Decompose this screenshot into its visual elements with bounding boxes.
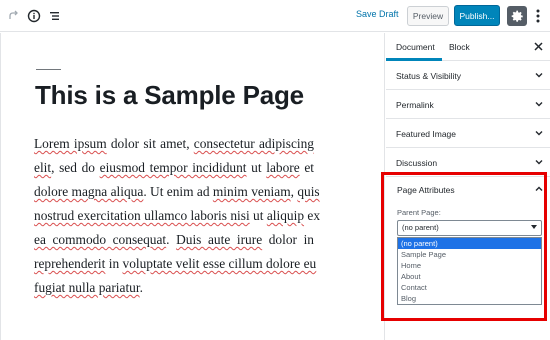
text-run: dolor sit amet, — [106, 136, 194, 151]
panel-label: Status & Visibility — [396, 71, 462, 81]
panel-page-attributes[interactable]: Page Attributes — [397, 185, 455, 195]
parent-page-dropdown: (no parent) Sample Page Home About Conta… — [397, 237, 542, 305]
panel-label: Permalink — [396, 100, 434, 110]
sidebar-tabs: Document Block — [386, 33, 550, 61]
misspelled-word: consectetur adipiscing — [193, 136, 315, 151]
redo-icon[interactable] — [3, 6, 23, 26]
text-run: et — [299, 160, 314, 175]
text-run: dolor in — [262, 232, 314, 247]
panel-featured-image[interactable]: Featured Image — [386, 119, 550, 148]
misspelled-word: Lorem ipsum — [34, 136, 107, 151]
gear-icon — [511, 10, 523, 22]
misspelled-word: nostrud exercitation ullamco laboris nis… — [34, 208, 250, 223]
editor-toolbar: Save Draft Preview Publish... — [0, 0, 550, 32]
misspelled-word: eiusmod tempor incididunt — [99, 160, 247, 175]
title-separator — [36, 69, 61, 70]
panel-permalink[interactable]: Permalink — [386, 90, 550, 119]
option-about[interactable]: About — [398, 271, 541, 282]
misspelled-word: aliquip — [266, 208, 305, 223]
paragraph-line: ea commodo consequat. Duis aute irure do… — [34, 228, 314, 252]
selected-value: (no parent) — [402, 223, 439, 232]
parent-page-select[interactable]: (no parent) — [397, 220, 542, 236]
text-run: , sed do — [51, 160, 100, 175]
option-no-parent[interactable]: (no parent) — [398, 238, 541, 249]
dropdown-arrow-icon — [531, 225, 537, 229]
chevron-up-icon[interactable] — [534, 184, 544, 194]
misspelled-word: elit — [34, 160, 52, 175]
misspelled-word: dolore magna aliqua — [34, 184, 144, 199]
close-sidebar-button[interactable] — [532, 40, 544, 52]
option-contact[interactable]: Contact — [398, 282, 541, 293]
panel-label: Discussion — [396, 158, 438, 168]
panel-status-visibility[interactable]: Status & Visibility — [386, 61, 550, 90]
option-blog[interactable]: Blog — [398, 293, 541, 304]
paragraph-line: dolore magna aliqua. Ut enim ad minim ve… — [34, 180, 320, 204]
text-run: in — [105, 256, 123, 271]
chevron-down-icon — [535, 160, 543, 165]
paragraph-line: reprehenderit in voluptate velit esse ci… — [34, 252, 317, 276]
info-icon[interactable] — [24, 6, 44, 26]
misspelled-word: ea commodo consequat — [34, 232, 167, 247]
misspelled-word: quis — [297, 184, 320, 199]
misspelled-word: voluptate velit esse cillum dolore eu — [122, 256, 317, 271]
chevron-down-icon — [535, 102, 543, 107]
settings-button[interactable] — [507, 6, 527, 26]
text-run: ut — [246, 160, 267, 175]
tab-block[interactable]: Block — [449, 42, 470, 52]
paragraph-block[interactable]: Lorem ipsum dolor sit amet, consectetur … — [34, 132, 320, 300]
text-run: . Ut enim ad — [143, 184, 213, 199]
chevron-down-icon — [535, 131, 543, 136]
option-sample-page[interactable]: Sample Page — [398, 249, 541, 260]
option-home[interactable]: Home — [398, 260, 541, 271]
text-run: . — [166, 232, 177, 247]
chevron-down-icon — [535, 73, 543, 78]
publish-button[interactable]: Publish... — [454, 5, 500, 26]
panel-label: Featured Image — [396, 129, 457, 139]
paragraph-line: fugiat nulla pariatur. — [34, 276, 314, 300]
preview-button[interactable]: Preview — [407, 6, 449, 26]
misspelled-word: reprehenderit — [34, 256, 106, 271]
page-title[interactable]: This is a Sample Page — [35, 80, 304, 111]
close-icon — [533, 41, 543, 51]
misspelled-word: fugiat nulla pariatur — [34, 280, 140, 295]
block-navigation-icon[interactable] — [45, 6, 65, 26]
more-vertical-icon — [536, 9, 540, 23]
parent-page-label: Parent Page: — [397, 208, 441, 217]
save-draft-button[interactable]: Save Draft — [356, 9, 399, 19]
paragraph-line: elit, sed do eiusmod tempor incididunt u… — [34, 156, 314, 180]
text-run: ex — [304, 208, 321, 223]
more-options-button[interactable] — [532, 6, 544, 26]
tab-document[interactable]: Document — [396, 42, 435, 52]
editor-canvas[interactable]: This is a Sample Page Lorem ipsum dolor … — [0, 33, 385, 340]
paragraph-line: Lorem ipsum dolor sit amet, consectetur … — [34, 132, 314, 156]
misspelled-word: Duis aute irure — [176, 232, 263, 247]
text-run: ut — [249, 208, 267, 223]
misspelled-word: minim veniam — [212, 184, 291, 199]
paragraph-line: nostrud exercitation ullamco laboris nis… — [34, 204, 320, 228]
misspelled-word: labore — [266, 160, 300, 175]
text-run: . — [139, 280, 143, 295]
